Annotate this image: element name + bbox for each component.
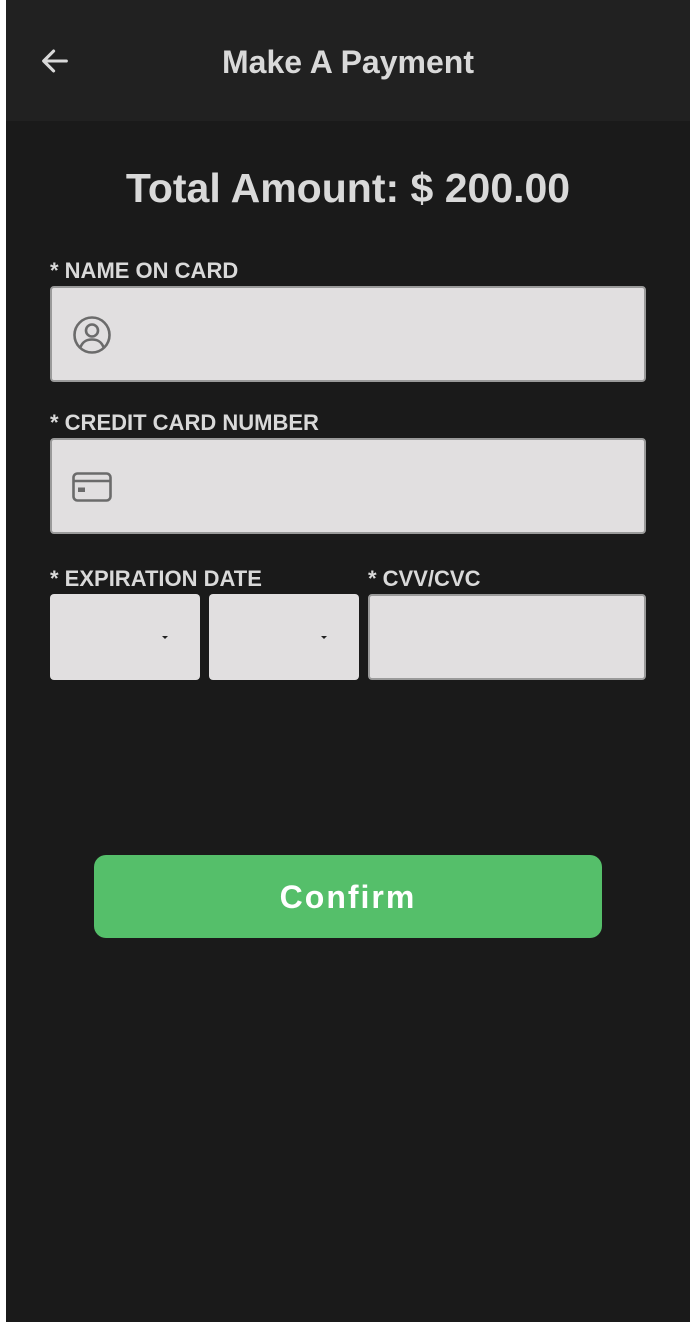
cvv-input[interactable] bbox=[382, 596, 634, 678]
cvv-field[interactable] bbox=[368, 594, 646, 680]
total-amount: Total Amount: $ 200.00 bbox=[125, 165, 571, 211]
expiration-date-label: * EXPIRATION DATE bbox=[50, 566, 262, 591]
expiration-month-select[interactable] bbox=[50, 594, 200, 680]
name-on-card-field[interactable] bbox=[50, 286, 646, 382]
cvv-label: * CVV/CVC bbox=[368, 566, 481, 591]
credit-card-number-label: * CREDIT CARD NUMBER bbox=[50, 410, 319, 435]
credit-card-number-field[interactable] bbox=[50, 438, 646, 534]
credit-card-icon bbox=[72, 472, 112, 502]
credit-card-number-input[interactable] bbox=[132, 440, 634, 532]
confirm-button[interactable]: Confirm bbox=[94, 855, 602, 938]
user-circle-icon bbox=[73, 316, 111, 354]
dropdown-caret-icon bbox=[162, 636, 168, 639]
back-button[interactable] bbox=[30, 36, 80, 86]
name-on-card-label: * NAME ON CARD bbox=[50, 258, 239, 283]
arrow-left-icon bbox=[42, 49, 68, 73]
page-title: Make A Payment bbox=[222, 44, 474, 80]
app-header: Make A Payment bbox=[6, 0, 690, 121]
payment-screen: Make A Payment Total Amount: $ 200.00 * … bbox=[6, 0, 690, 1322]
name-on-card-input[interactable] bbox=[132, 288, 634, 380]
dropdown-caret-icon bbox=[321, 636, 327, 639]
expiration-year-select[interactable] bbox=[209, 594, 359, 680]
